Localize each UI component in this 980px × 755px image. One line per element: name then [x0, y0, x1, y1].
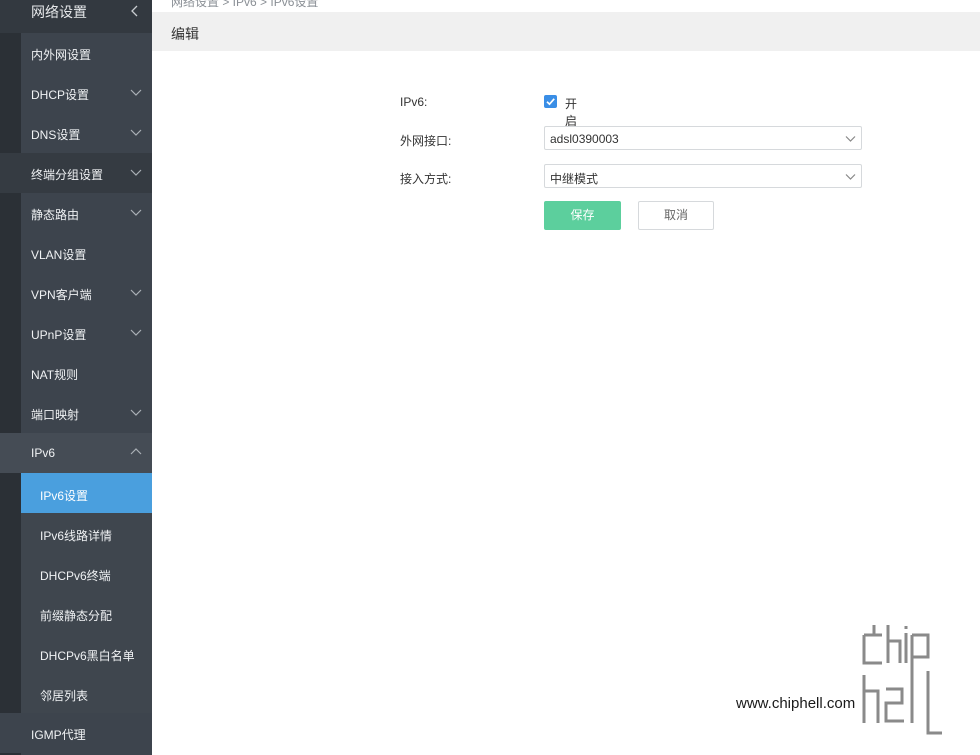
chevron-up-icon — [130, 446, 142, 458]
ipv6-enable-label: 开启 — [565, 97, 578, 128]
sidebar-item-label: 终端分组设置 — [31, 168, 104, 182]
sidebar-item-label: IGMP代理 — [31, 728, 86, 742]
sidebar-title-label: 网络设置 — [31, 4, 87, 20]
breadcrumb: 网络设置 > IPv6 > IPv6设置 — [171, 0, 319, 9]
chevron-down-icon — [130, 126, 142, 138]
sidebar-item-label: 端口映射 — [31, 408, 80, 422]
main-content: 网络设置 > IPv6 > IPv6设置 编辑 IPv6: 开启 外网接口: a… — [152, 0, 980, 755]
sidebar-item-label: DNS设置 — [31, 128, 81, 142]
sidebar-item-label: UPnP设置 — [31, 328, 87, 342]
chevron-down-icon — [130, 326, 142, 338]
sidebar-item-label: DHCP设置 — [31, 88, 90, 102]
sidebar-subitem-label: IPv6线路详情 — [40, 529, 113, 543]
sidebar-item-upnp[interactable]: UPnP设置 — [0, 313, 152, 353]
sidebar-item-label: VPN客户端 — [31, 288, 92, 302]
sidebar-subitem-dhcpv6-terminals[interactable]: DHCPv6终端 — [21, 553, 152, 593]
sidebar-subitem-ipv6-settings[interactable]: IPv6设置 — [21, 473, 152, 513]
app-root: 网络设置 内外网设置 DHCP设置 DNS设置 终端分组设置 静态路由 VLAN… — [0, 0, 980, 755]
sidebar-item-vpn-client[interactable]: VPN客户端 — [0, 273, 152, 313]
sidebar-item-vlan[interactable]: VLAN设置 — [0, 233, 152, 273]
chiphell-watermark-logo: www.chiphell.com — [736, 625, 942, 735]
sidebar-item-terminal-group[interactable]: 终端分组设置 — [0, 153, 152, 193]
sidebar-item-label: 静态路由 — [31, 208, 80, 222]
sidebar-nav: 内外网设置 DHCP设置 DNS设置 终端分组设置 静态路由 VLAN设置 VP… — [0, 33, 152, 753]
chevron-left-icon[interactable] — [129, 3, 141, 19]
sidebar-item-label: IPv6 — [31, 446, 56, 460]
wan-interface-select[interactable]: adsl0390003 — [544, 126, 862, 150]
sidebar-item-igmp-proxy[interactable]: IGMP代理 — [0, 713, 152, 753]
sidebar-subitem-label: IPv6设置 — [40, 489, 89, 503]
sidebar-item-wan-lan[interactable]: 内外网设置 — [0, 33, 152, 73]
ipv6-enable-checkbox[interactable] — [544, 95, 557, 108]
sidebar-item-nat[interactable]: NAT规则 — [0, 353, 152, 393]
sidebar-item-static-route[interactable]: 静态路由 — [0, 193, 152, 233]
sidebar-item-ipv6[interactable]: IPv6 — [0, 433, 152, 473]
page-title: 编辑 — [171, 26, 199, 42]
cancel-button[interactable]: 取消 — [638, 201, 714, 230]
watermark-site-text: www.chiphell.com — [736, 695, 855, 712]
chevron-down-icon — [130, 86, 142, 98]
chevron-down-icon — [845, 133, 856, 144]
checkmark-icon — [546, 98, 555, 106]
wan-interface-label: 外网接口: — [400, 134, 452, 148]
access-mode-select[interactable]: 中继模式 — [544, 164, 862, 188]
sidebar-subitem-dhcpv6-blacklist[interactable]: DHCPv6黑白名单 — [21, 633, 152, 673]
sidebar-subitem-label: 邻居列表 — [40, 689, 89, 703]
sidebar-item-port-mapping[interactable]: 端口映射 — [0, 393, 152, 433]
access-mode-label: 接入方式: — [400, 172, 452, 186]
chevron-down-icon — [130, 406, 142, 418]
ipv6-label: IPv6: — [400, 95, 428, 109]
chevron-down-icon — [130, 206, 142, 218]
sidebar-title[interactable]: 网络设置 — [0, 0, 152, 33]
sidebar: 网络设置 内外网设置 DHCP设置 DNS设置 终端分组设置 静态路由 VLAN… — [0, 0, 152, 755]
sidebar-item-label: VLAN设置 — [31, 248, 87, 262]
sidebar-subitem-prefix-static[interactable]: 前缀静态分配 — [21, 593, 152, 633]
sidebar-item-dns[interactable]: DNS设置 — [0, 113, 152, 153]
sidebar-subitem-label: 前缀静态分配 — [40, 609, 113, 623]
access-mode-value: 中继模式 — [550, 172, 599, 186]
save-button[interactable]: 保存 — [544, 201, 621, 230]
chevron-down-icon — [130, 286, 142, 298]
chevron-down-icon — [845, 171, 856, 182]
wan-interface-value: adsl0390003 — [550, 132, 619, 146]
sidebar-item-label: 内外网设置 — [31, 48, 92, 62]
sidebar-item-label: NAT规则 — [31, 368, 79, 382]
chevron-down-icon — [130, 166, 142, 178]
sidebar-subitem-neighbor-list[interactable]: 邻居列表 — [21, 673, 152, 713]
sidebar-subitem-ipv6-line-details[interactable]: IPv6线路详情 — [21, 513, 152, 553]
content-header: 编辑 — [152, 12, 980, 51]
sidebar-item-dhcp[interactable]: DHCP设置 — [0, 73, 152, 113]
sidebar-subitem-label: DHCPv6黑白名单 — [40, 649, 135, 663]
sidebar-subitem-label: DHCPv6终端 — [40, 569, 111, 583]
